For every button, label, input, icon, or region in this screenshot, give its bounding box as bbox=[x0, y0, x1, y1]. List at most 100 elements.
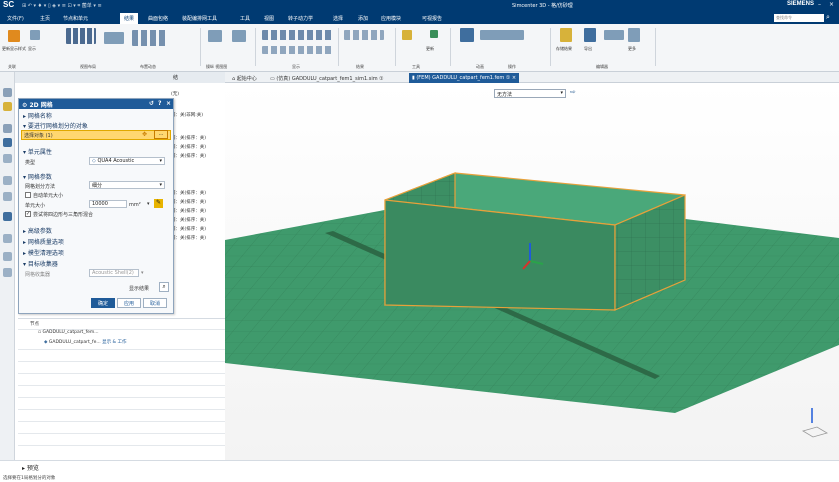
part-navigator-icon[interactable] bbox=[3, 102, 12, 111]
preview-label: 预览 bbox=[26, 465, 39, 472]
settings-icon[interactable] bbox=[3, 268, 12, 277]
mesh-2d-dialog: ⚙ 2D 网格 ↺ ? × ▸ 网格名称 ▾ 要进行网格划分的对象 选择对象 (… bbox=[18, 98, 174, 314]
menu-select[interactable]: 选择 bbox=[333, 15, 343, 22]
display-icon[interactable] bbox=[30, 30, 40, 40]
close-icon[interactable]: × bbox=[829, 1, 834, 8]
tree-item-fem-work[interactable]: ◆ GADDULU_catpart_fe... 显示 & 工作 bbox=[44, 339, 126, 345]
apply-button[interactable]: 应用 bbox=[117, 298, 141, 308]
display-style-icon[interactable] bbox=[8, 30, 20, 42]
section-cleanup[interactable]: ▸ 模型清理选项 bbox=[23, 248, 64, 257]
display-tools-row2-icon[interactable] bbox=[262, 46, 332, 54]
close-icon[interactable]: × bbox=[166, 100, 171, 107]
view-cube[interactable] bbox=[802, 426, 828, 438]
postprocess-icon[interactable] bbox=[604, 30, 624, 40]
menu-apps[interactable]: 应用模块 bbox=[381, 15, 401, 22]
preview-section[interactable]: ▸ 预览 bbox=[22, 463, 39, 472]
section-quality[interactable]: ▸ 网格质量选项 bbox=[23, 237, 64, 246]
section-element-props[interactable]: ▾ 单元属性 bbox=[23, 147, 52, 156]
size-unit[interactable]: mm² bbox=[129, 202, 141, 208]
help-icon[interactable]: ? bbox=[158, 100, 161, 107]
export-icon[interactable] bbox=[584, 28, 596, 42]
tab-start-center[interactable]: ⌂ 起始中心 bbox=[229, 73, 260, 83]
cancel-button[interactable]: 取消 bbox=[143, 298, 167, 308]
ribbon-label-export: 导出 bbox=[584, 46, 592, 51]
view-icon[interactable] bbox=[232, 30, 246, 42]
layout-tools-icon[interactable] bbox=[104, 32, 124, 44]
roles-icon[interactable] bbox=[3, 212, 12, 221]
web-browser-icon[interactable] bbox=[3, 192, 12, 201]
operate-view-icon[interactable] bbox=[208, 30, 222, 42]
type-select[interactable]: ◇ QUA4 Acoustic ▾ bbox=[89, 157, 165, 165]
reset-icon[interactable]: ↺ bbox=[149, 100, 154, 107]
tree-row-line bbox=[18, 445, 225, 446]
update-icon[interactable] bbox=[430, 30, 438, 38]
select-objects-row[interactable]: 选择对象 (1) ✥ … bbox=[21, 130, 171, 140]
select-target-icon[interactable]: ✥ bbox=[142, 131, 147, 138]
ribbon-separator bbox=[338, 28, 339, 66]
quick-access-toolbar[interactable]: ⊞ ↶ ▾ ♦ ▾ ▯ ◈ ▾ ≡ ⊡ ▾ ⌗ 菌单 ▾ ≡ bbox=[22, 2, 102, 9]
show-results-label[interactable]: 显示结果 bbox=[129, 285, 149, 292]
reuse-library-icon[interactable] bbox=[3, 176, 12, 185]
method-select[interactable]: 细分 ▾ bbox=[89, 181, 165, 189]
section-mesh-name[interactable]: ▸ 网格名称 bbox=[23, 111, 52, 120]
size-input[interactable]: 10000 bbox=[89, 200, 127, 208]
menu-tools[interactable]: 工具 bbox=[240, 15, 250, 22]
magnifier-icon[interactable]: ⌕ bbox=[159, 282, 169, 292]
history-icon[interactable] bbox=[3, 154, 12, 163]
selection-arrow-icon[interactable]: ⇨ bbox=[570, 88, 576, 96]
mixed-checkbox[interactable]: ✓ bbox=[25, 211, 31, 217]
more-icon[interactable] bbox=[628, 28, 640, 42]
pencil-icon[interactable]: ✎ bbox=[154, 199, 163, 208]
chevron-down-icon[interactable]: ▾ bbox=[147, 201, 150, 207]
graphics-viewport[interactable] bbox=[225, 83, 839, 460]
store-results-icon[interactable] bbox=[560, 28, 572, 42]
minimize-icon[interactable]: – bbox=[818, 1, 821, 8]
menu-results[interactable]: 结果 bbox=[120, 13, 139, 24]
display-tools-icon[interactable] bbox=[262, 30, 332, 40]
selection-filter-select[interactable]: 无方法 ▾ bbox=[494, 89, 566, 98]
menu-report[interactable]: 可视报告 bbox=[422, 15, 442, 22]
auto-size-checkbox[interactable] bbox=[25, 192, 31, 198]
mesh-grid-icon[interactable] bbox=[460, 28, 474, 42]
menu-home[interactable]: 主页 bbox=[40, 15, 50, 22]
clock-icon[interactable] bbox=[3, 252, 12, 261]
section-select-objects[interactable]: ▾ 要进行网格划分的对象 bbox=[23, 121, 88, 130]
ok-button[interactable]: 确定 bbox=[91, 298, 115, 308]
menu-file[interactable]: 文件(F) bbox=[7, 15, 24, 22]
search-icon[interactable]: ⌕ bbox=[826, 13, 830, 22]
ribbon-group-operate-view: 操纵 视图图 bbox=[206, 64, 228, 69]
tree-item-fem-work-label: GADDULU_catpart_fe... bbox=[48, 340, 101, 345]
section-target[interactable]: ▾ 目标收集器 bbox=[23, 259, 58, 268]
menu-rotor[interactable]: 转子动力学 bbox=[288, 15, 313, 22]
ribbon-group-associate: 关联 bbox=[8, 64, 16, 69]
section-mesh-params[interactable]: ▾ 网格参数 bbox=[23, 172, 52, 181]
chevron-down-icon[interactable]: ▾ bbox=[141, 270, 144, 276]
navigator-column-header: 结 bbox=[173, 75, 179, 81]
tab-sim-file[interactable]: ▭ (仿真) GADDULU_catpart_fem1_sim1.sim ① bbox=[267, 73, 387, 83]
more-options-button[interactable]: … bbox=[154, 130, 168, 139]
menu-assembly[interactable]: 装配编排网工具 bbox=[182, 15, 217, 22]
menu-surface[interactable]: 曲面包络 bbox=[148, 15, 168, 22]
nav-line: 浦：关(排序：关) bbox=[171, 200, 207, 205]
result-tools-icon[interactable] bbox=[344, 30, 384, 40]
viewport-layout-icon[interactable] bbox=[66, 28, 96, 44]
menu-view[interactable]: 视图 bbox=[264, 15, 274, 22]
palette-icon[interactable] bbox=[3, 234, 12, 243]
brand-label: SIEMENS bbox=[787, 1, 815, 7]
tree-root[interactable]: 节点 bbox=[30, 321, 39, 327]
section-advanced[interactable]: ▸ 高级参数 bbox=[23, 226, 52, 235]
navigator-icon[interactable] bbox=[3, 88, 12, 97]
tools-icon[interactable] bbox=[402, 30, 412, 40]
simulation-navigator-icon[interactable] bbox=[3, 138, 12, 147]
tab-fem-file[interactable]: ▮ (FEM) GADDULU_catpart_fem1.fem ① × bbox=[409, 73, 520, 83]
collector-select[interactable]: Acoustic Shell(2) bbox=[89, 269, 139, 277]
command-search-input[interactable]: 查找命令 bbox=[774, 14, 824, 22]
animation-tools-icon[interactable] bbox=[480, 30, 524, 40]
document-tab-bar: ⌂ 起始中心 ▭ (仿真) GADDULU_catpart_fem1_sim1.… bbox=[225, 72, 839, 83]
menu-nodes[interactable]: 节点和单元 bbox=[63, 15, 88, 22]
layout-options-icon[interactable] bbox=[132, 30, 166, 46]
tree-item-fem[interactable]: ▫ GADDULU_catpart_fem... bbox=[38, 330, 99, 335]
menu-add[interactable]: 添加 bbox=[358, 15, 368, 22]
auto-size-label: 自动单元大小 bbox=[33, 193, 64, 199]
assembly-icon[interactable] bbox=[3, 124, 12, 133]
